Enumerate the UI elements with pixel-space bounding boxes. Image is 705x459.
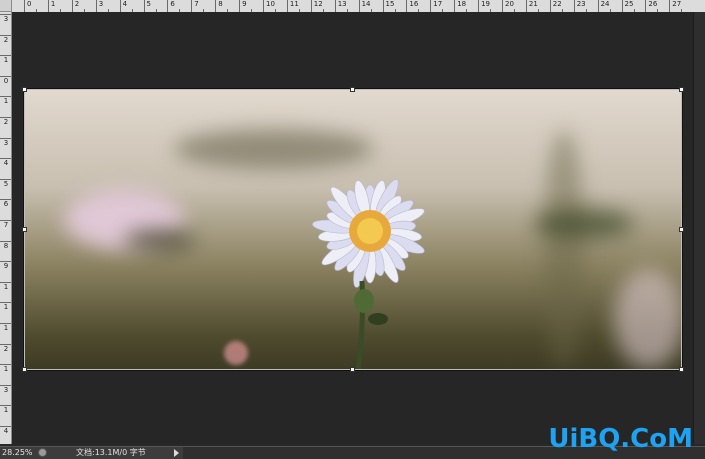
- ruler-tick-label: 25: [621, 0, 635, 12]
- vertical-scrollbar[interactable]: [693, 12, 705, 444]
- ruler-tick-label: 3: [0, 14, 11, 36]
- ruler-tick-label: 3: [0, 384, 11, 407]
- ruler-tick-label: 2: [0, 117, 11, 139]
- transform-handle-bottom-left[interactable]: [22, 367, 27, 372]
- ruler-tick-label: 9: [239, 0, 253, 12]
- vertical-ruler[interactable]: 321012345678911121314: [0, 12, 12, 444]
- ruler-tick-label: 15: [382, 0, 396, 12]
- ruler-tick-label: 4: [0, 158, 11, 180]
- ruler-tick-label: 8: [0, 240, 11, 263]
- zoom-level[interactable]: 28.25%: [2, 447, 33, 458]
- ruler-tick-label: 3: [0, 137, 11, 160]
- ruler-tick-label: 24: [597, 0, 611, 12]
- ruler-tick-label: 26: [645, 0, 659, 12]
- ruler-tick-label: 18: [454, 0, 468, 12]
- background-blur-leaf-left: [124, 229, 194, 251]
- ruler-tick-label: 6: [0, 199, 11, 221]
- ruler-tick-label: 2: [71, 0, 86, 12]
- ruler-tick-label: 6: [167, 0, 182, 12]
- ruler-tick-label: 4: [0, 426, 11, 444]
- background-blur-leaf: [534, 209, 634, 239]
- ruler-tick-label: 27: [669, 0, 683, 12]
- ruler-tick-label: 0: [0, 75, 11, 98]
- transform-handle-bottom-right[interactable]: [679, 367, 684, 372]
- ruler-tick-label: 8: [215, 0, 230, 12]
- ruler-tick-label: 5: [143, 0, 158, 12]
- ruler-tick-label: 22: [549, 0, 563, 12]
- ruler-tick-label: 1: [0, 281, 11, 304]
- background-blur-stem: [544, 129, 584, 369]
- ruler-tick-label: 1: [0, 405, 11, 427]
- ruler-tick-label: 10: [263, 0, 276, 12]
- ruler-tick-label: 20: [502, 0, 515, 12]
- transform-handle-bottom-center[interactable]: [350, 367, 355, 372]
- ruler-tick-label: 12: [310, 0, 324, 12]
- flower-stem-icon: [354, 281, 388, 370]
- ruler-tick-label: 5: [0, 178, 11, 201]
- ruler-tick-label: 4: [119, 0, 134, 12]
- ruler-tick-label: 23: [573, 0, 587, 12]
- ruler-tick-label: 1: [47, 0, 62, 12]
- ruler-tick-label: 0: [24, 0, 38, 12]
- ruler-tick-label: 1: [0, 302, 11, 324]
- background-bud: [224, 341, 248, 365]
- ruler-tick-label: 3: [95, 0, 110, 12]
- ruler-tick-label: 9: [0, 261, 11, 283]
- flower-photo-layer[interactable]: [24, 89, 682, 370]
- ruler-tick-label: 7: [0, 220, 11, 242]
- transform-handle-top-right[interactable]: [679, 87, 684, 92]
- ruler-tick-label: 21: [525, 0, 539, 12]
- ruler-tick-label: 1: [0, 55, 11, 77]
- ruler-tick-label: 7: [191, 0, 206, 12]
- ruler-tick-label: 14: [358, 0, 372, 12]
- ruler-tick-label: 19: [478, 0, 492, 12]
- ruler-tick-label: 16: [406, 0, 420, 12]
- transform-handle-middle-left[interactable]: [22, 227, 27, 232]
- ruler-tick-label: 17: [430, 0, 444, 12]
- ruler-tick-label: 11: [286, 0, 300, 12]
- status-info-icon[interactable]: [38, 448, 47, 457]
- background-blur-pink-right: [614, 269, 682, 369]
- transform-handle-middle-right[interactable]: [679, 227, 684, 232]
- ruler-corner[interactable]: [0, 0, 12, 12]
- status-menu-arrow-icon[interactable]: [174, 449, 179, 457]
- document-size-info: 文档:13.1M/0 字节: [76, 448, 146, 457]
- ruler-tick-label: 1: [0, 364, 11, 386]
- transform-handle-top-center[interactable]: [350, 87, 355, 92]
- ruler-tick-label: 1: [0, 323, 11, 345]
- ruler-tick-label: 1: [0, 96, 11, 118]
- watermark-logo: UiBQ.CoM: [548, 424, 693, 454]
- ruler-tick-label: 2: [0, 343, 11, 366]
- ruler-tick-label: 13: [334, 0, 348, 12]
- ruler-tick-label: 2: [0, 34, 11, 57]
- transform-handle-top-left[interactable]: [22, 87, 27, 92]
